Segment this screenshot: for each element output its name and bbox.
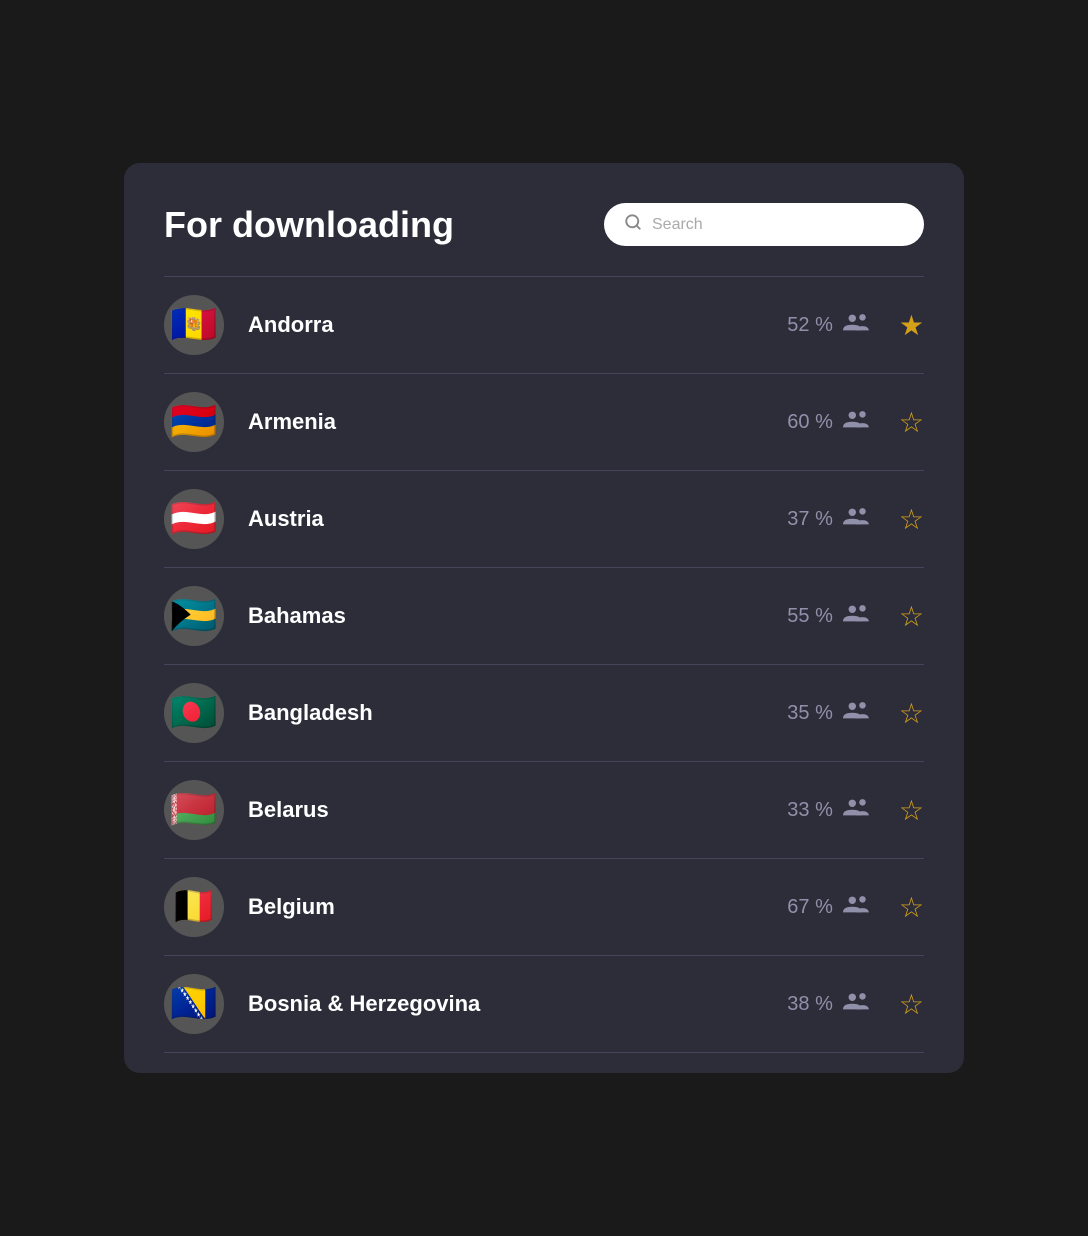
star-button[interactable]: ☆: [899, 697, 924, 730]
country-name: Bosnia & Herzegovina: [248, 991, 787, 1017]
list-item: 🇧🇦 Bosnia & Herzegovina38 % ☆: [164, 956, 924, 1053]
star-button[interactable]: ★: [899, 309, 924, 342]
list-item: 🇧🇪 Belgium67 % ☆: [164, 859, 924, 956]
percentage-label: 60 %: [787, 411, 833, 434]
country-list: 🇦🇩Andorra52 % ★🇦🇲Armenia60 % ☆🇦🇹Austria3…: [164, 277, 924, 1053]
star-button[interactable]: ☆: [899, 988, 924, 1021]
country-name: Bangladesh: [248, 700, 787, 726]
star-button[interactable]: ☆: [899, 600, 924, 633]
country-flag: 🇦🇲: [164, 392, 224, 452]
search-icon: [624, 213, 642, 236]
country-name: Armenia: [248, 409, 787, 435]
people-icon: [843, 893, 869, 921]
header: For downloading: [164, 203, 924, 246]
country-flag: 🇧🇪: [164, 877, 224, 937]
main-container: For downloading 🇦🇩 Andorra52 % ★ 🇦🇲 Armenia…: [124, 163, 964, 1073]
percentage-label: 35 %: [787, 702, 833, 725]
country-name: Austria: [248, 506, 787, 532]
people-icon: [843, 408, 869, 436]
country-flag: 🇦🇩: [164, 295, 224, 355]
percentage-label: 67 %: [787, 896, 833, 919]
country-name: Bahamas: [248, 603, 787, 629]
star-button[interactable]: ☆: [899, 891, 924, 924]
country-flag: 🇦🇹: [164, 489, 224, 549]
search-input[interactable]: [652, 216, 904, 234]
search-box[interactable]: [604, 203, 924, 246]
country-stats: 52 %: [787, 311, 869, 339]
country-stats: 60 %: [787, 408, 869, 436]
percentage-label: 38 %: [787, 993, 833, 1016]
percentage-label: 37 %: [787, 508, 833, 531]
list-item: 🇧🇾 Belarus33 % ☆: [164, 762, 924, 859]
list-item: 🇧🇸 Bahamas55 % ☆: [164, 568, 924, 665]
page-title: For downloading: [164, 204, 454, 246]
star-button[interactable]: ☆: [899, 406, 924, 439]
country-stats: 33 %: [787, 796, 869, 824]
country-name: Belgium: [248, 894, 787, 920]
country-stats: 38 %: [787, 990, 869, 1018]
star-button[interactable]: ☆: [899, 503, 924, 536]
country-stats: 67 %: [787, 893, 869, 921]
percentage-label: 33 %: [787, 799, 833, 822]
list-item: 🇦🇲 Armenia60 % ☆: [164, 374, 924, 471]
country-name: Belarus: [248, 797, 787, 823]
list-item: 🇦🇩 Andorra52 % ★: [164, 277, 924, 374]
percentage-label: 52 %: [787, 314, 833, 337]
people-icon: [843, 796, 869, 824]
people-icon: [843, 990, 869, 1018]
list-item: 🇦🇹 Austria37 % ☆: [164, 471, 924, 568]
country-flag: 🇧🇾: [164, 780, 224, 840]
country-stats: 35 %: [787, 699, 869, 727]
country-stats: 55 %: [787, 602, 869, 630]
country-flag: 🇧🇩: [164, 683, 224, 743]
people-icon: [843, 699, 869, 727]
country-flag: 🇧🇦: [164, 974, 224, 1034]
country-name: Andorra: [248, 312, 787, 338]
people-icon: [843, 602, 869, 630]
list-item: 🇧🇩 Bangladesh35 % ☆: [164, 665, 924, 762]
star-button[interactable]: ☆: [899, 794, 924, 827]
percentage-label: 55 %: [787, 605, 833, 628]
people-icon: [843, 311, 869, 339]
country-flag: 🇧🇸: [164, 586, 224, 646]
people-icon: [843, 505, 869, 533]
country-stats: 37 %: [787, 505, 869, 533]
